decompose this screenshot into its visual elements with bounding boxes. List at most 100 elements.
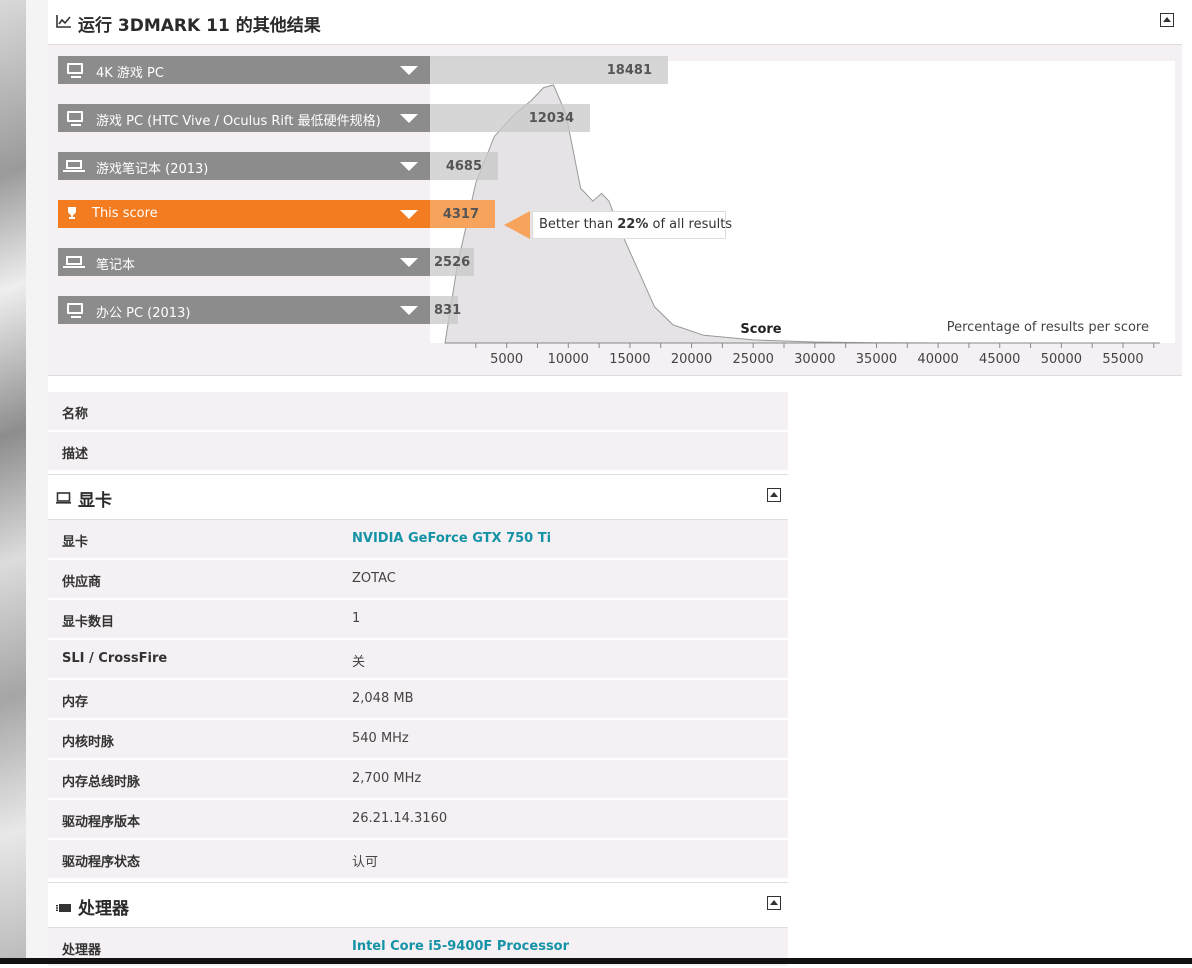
x-tick-label: 10000 [548,352,589,367]
gpu-row: 显卡 NVIDIA GeForce GTX 750 Ti [48,520,788,560]
desktop-icon [67,63,83,78]
x-tick-label: 5000 [490,352,523,367]
bar-label[interactable]: 4K 游戏 PC [58,56,430,84]
bar-label-text: 游戏笔记本 (2013) [96,162,209,177]
trophy-icon [66,206,78,224]
row-value: 关 [352,655,366,670]
gpu-row: 供应商 ZOTAC [48,560,788,600]
row-key: 内存总线时脉 [62,775,141,790]
bar-value: 18481 [430,56,668,84]
gpu-row: 内存 2,048 MB [48,680,788,720]
bar-label[interactable]: 游戏笔记本 (2013) [58,152,430,180]
row-value: ZOTAC [352,571,396,586]
cpu-section-title: 处理器 [78,899,129,919]
row-key: SLI / CrossFire [62,651,168,666]
x-tick-label: 20000 [671,352,712,367]
bar-label[interactable]: 笔记本 [58,248,430,276]
info-row-description: 描述 [48,432,788,472]
bar-value-text: 831 [434,303,462,318]
row-value: 1 [352,611,361,626]
cpu-name-link[interactable]: Intel Core i5-9400F Processor [352,939,569,954]
laptop-icon [63,160,85,172]
gpu-row: 驱动程序版本 26.21.14.3160 [48,800,788,840]
bar-value-text: 4317 [442,207,479,222]
results-section-header: 运行 3DMARK 11 的其他结果 [48,0,1182,45]
bar-value-text: 2526 [434,255,471,270]
x-tick-label: 40000 [917,352,958,367]
collapse-results-button[interactable] [1160,13,1174,27]
cpu-chip-icon [56,899,72,917]
background-texture [0,0,26,964]
results-section-title: 运行 3DMARK 11 的其他结果 [78,16,321,36]
collapse-gpu-button[interactable] [767,488,781,502]
callout-suffix: of all results [648,217,733,232]
row-key: 显卡数目 [62,615,115,630]
gpu-name-link[interactable]: NVIDIA GeForce GTX 750 Ti [352,531,551,546]
bar-label[interactable]: This score [58,200,430,228]
bar-label-text: 4K 游戏 PC [96,66,164,81]
results-chart-area: 5000 10000 15000 20000 25000 30000 35000 40000 4… [48,45,1182,376]
x-tick-label: 30000 [794,352,835,367]
bar-value: 2526 [430,248,474,276]
gpu-row: 显卡数目 1 [48,600,788,640]
chevron-down-icon[interactable] [400,114,418,123]
info-row-name: 名称 [48,392,788,432]
gpu-row: SLI / CrossFire 关 [48,640,788,680]
gpu-section-header: 显卡 [48,474,788,520]
bar-value: 4317 [430,200,495,228]
collapse-cpu-button[interactable] [767,896,781,910]
row-key: 名称 [62,407,89,422]
y-axis-label: Percentage of results per score [947,320,1149,335]
row-key: 驱动程序版本 [62,815,141,830]
cpu-section-header: 处理器 [48,882,788,928]
bar-value-text: 12034 [528,111,574,126]
desktop-icon [67,111,83,126]
laptop-icon [63,256,85,268]
chevron-down-icon[interactable] [400,210,418,219]
row-value: 认可 [352,855,379,870]
bar-value: 4685 [430,152,498,180]
gpu-row: 内核时脉 540 MHz [48,720,788,760]
row-key: 内核时脉 [62,735,115,750]
window-bottom-edge [0,958,1192,964]
bar-label-text: This score [92,206,158,221]
row-key: 描述 [62,447,89,462]
bar-value: 12034 [430,104,590,132]
x-tick-label: 15000 [609,352,650,367]
bar-label-text: 笔记本 [96,258,136,273]
chevron-down-icon[interactable] [400,258,418,267]
callout-percent: 22% [617,217,649,232]
row-value: 2,700 MHz [352,771,422,786]
percentile-callout: Better than 22% of all results [532,211,732,239]
row-value: 2,048 MB [352,691,414,706]
gpu-row: 驱动程序状态 认可 [48,840,788,880]
row-key: 供应商 [62,575,102,590]
row-value: 26.21.14.3160 [352,811,448,826]
bar-label-text: 游戏 PC (HTC Vive / Oculus Rift 最低硬件规格) [96,114,381,129]
page-gutter [26,0,48,964]
bar-label[interactable]: 游戏 PC (HTC Vive / Oculus Rift 最低硬件规格) [58,104,430,132]
row-key: 处理器 [62,943,102,958]
x-tick-label: 25000 [733,352,774,367]
chevron-down-icon[interactable] [400,306,418,315]
row-key: 驱动程序状态 [62,855,141,870]
chevron-down-icon[interactable] [400,162,418,171]
callout-prefix: Better than [539,217,618,232]
x-tick-label: 45000 [979,352,1020,367]
chevron-down-icon[interactable] [400,66,418,75]
gpu-row: 内存总线时脉 2,700 MHz [48,760,788,800]
gpu-section-title: 显卡 [78,491,112,511]
monitor-icon [56,490,71,508]
row-value: 540 MHz [352,731,409,746]
x-axis-label: Score [740,322,781,337]
bar-value-text: 4685 [445,159,482,174]
bar-label-text: 办公 PC (2013) [96,306,191,321]
row-key: 内存 [62,695,89,710]
row-key: 显卡 [62,535,89,550]
line-chart-icon [56,14,72,32]
x-tick-label: 50000 [1041,352,1082,367]
x-tick-label: 35000 [856,352,897,367]
bar-value: 831 [430,296,462,324]
x-tick-label: 55000 [1102,352,1143,367]
bar-label[interactable]: 办公 PC (2013) [58,296,430,324]
